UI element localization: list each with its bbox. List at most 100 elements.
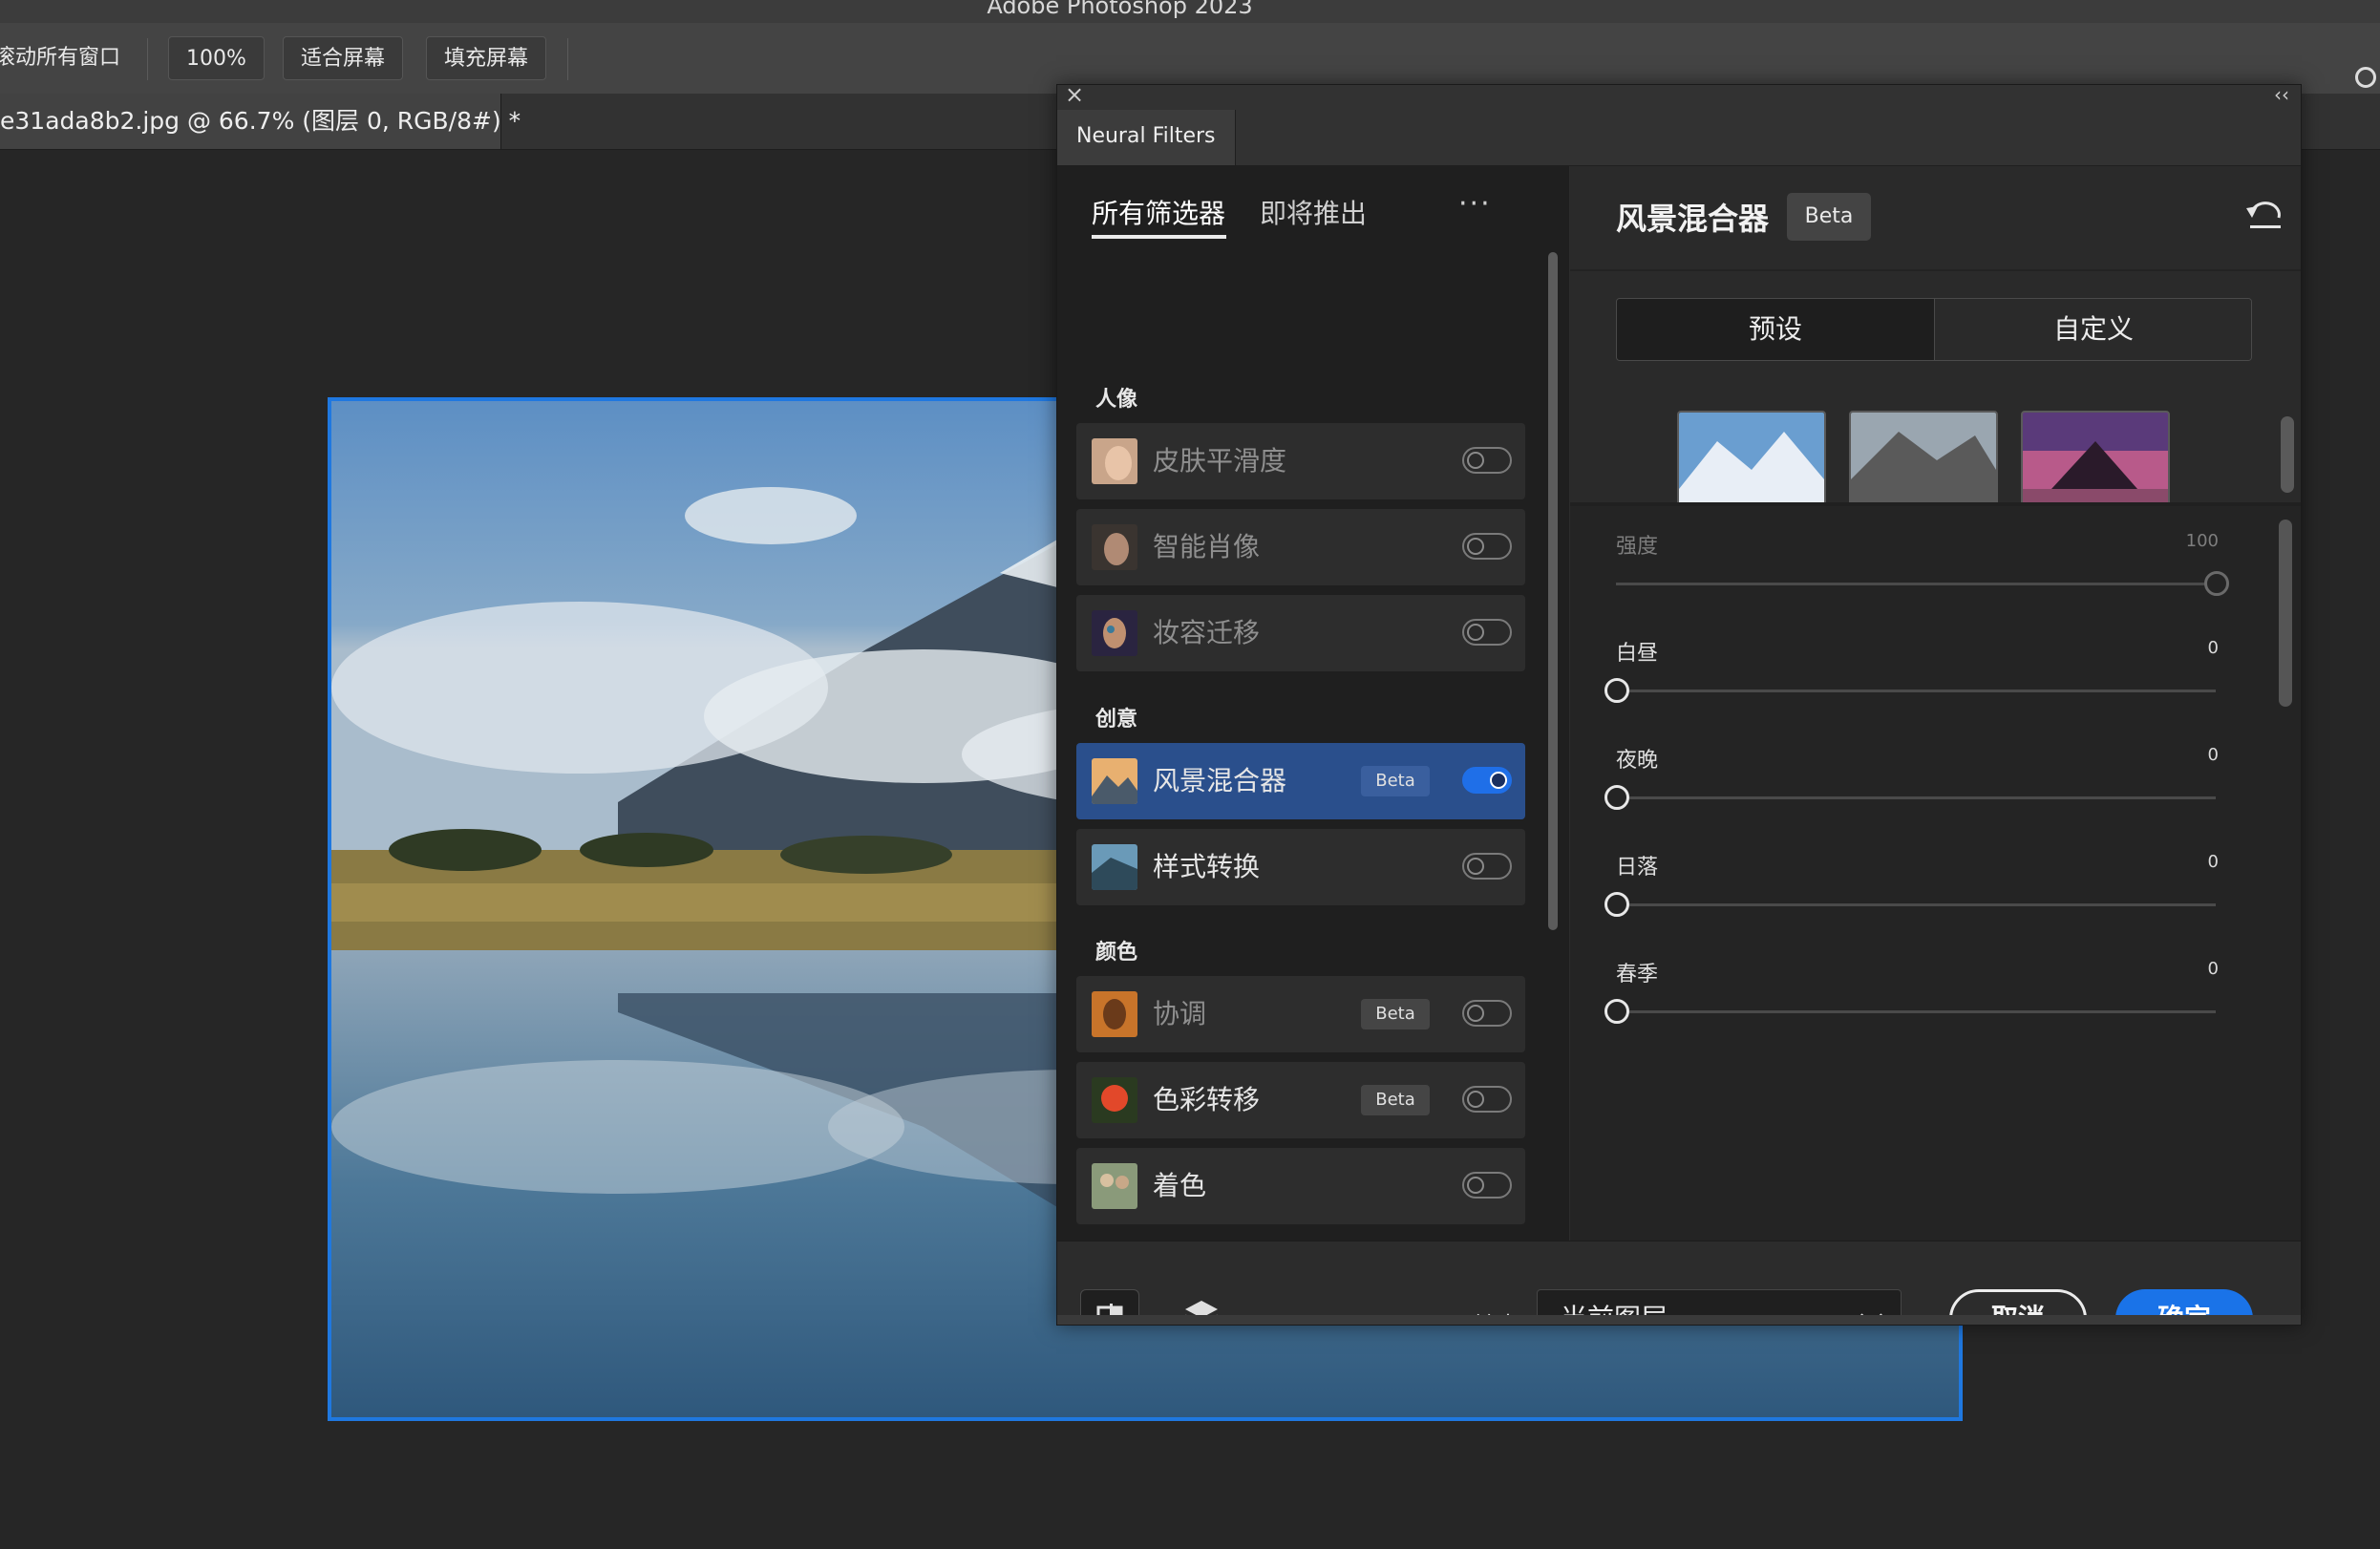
slider-track[interactable]: [1616, 1010, 2216, 1013]
slider-knob[interactable]: [1604, 999, 1629, 1024]
toggle-knob: [1490, 772, 1507, 789]
filter-toggle[interactable]: [1462, 447, 1512, 474]
filter-title: 风景混合器: [1616, 201, 1770, 237]
category-heading: 人像: [1095, 388, 1138, 412]
portrait-thumb-icon: [1092, 610, 1137, 656]
toggle-knob: [1467, 452, 1484, 469]
filter-row-smart-portrait[interactable]: 智能肖像: [1076, 509, 1525, 585]
filter-toggle[interactable]: [1462, 853, 1512, 880]
filter-row-color-transfer[interactable]: 色彩转移 Beta: [1076, 1062, 1525, 1138]
people-thumb-icon: [1092, 1163, 1137, 1209]
slider-knob[interactable]: [1604, 678, 1629, 703]
beta-badge: Beta: [1787, 193, 1871, 241]
slider-track[interactable]: [1616, 903, 2216, 906]
document-tab-label: e31ada8b2.jpg @ 66.7% (图层 0, RGB/8#) *: [0, 107, 521, 135]
filter-list-scrollbar[interactable]: [1544, 252, 1560, 1007]
preset-custom-segment: 预设 自定义: [1616, 298, 2252, 361]
filter-row-landscape-mixer[interactable]: 风景混合器 Beta: [1076, 743, 1525, 819]
panel-header: × ‹‹: [1057, 85, 2301, 110]
reset-icon[interactable]: [2244, 195, 2286, 233]
tab-upcoming[interactable]: 即将推出: [1260, 193, 1367, 231]
filter-name: 着色: [1153, 1170, 1207, 1201]
filter-list-pane: 所有筛选器 即将推出 ··· 人像 皮肤平滑度 智能肖像 妆容迁移 创意 风景混…: [1057, 166, 1569, 1241]
filter-name: 智能肖像: [1153, 531, 1261, 562]
close-icon[interactable]: ×: [1065, 85, 1084, 108]
slider-label: 白昼: [1616, 642, 1659, 666]
app-title: Adobe Photoshop 2023: [987, 0, 1253, 19]
sliders-area: 强度 100 白昼 0 夜晚 0 日落 0 春季 0: [1570, 506, 2301, 1241]
title-bar: Adobe Photoshop 2023: [0, 0, 2380, 23]
filter-toggle[interactable]: [1462, 767, 1512, 794]
divider: [147, 38, 148, 80]
slider-knob[interactable]: [2204, 571, 2229, 596]
filter-row-makeup-transfer[interactable]: 妆容迁移: [1076, 595, 1525, 671]
slider-label: 春季: [1616, 963, 1659, 987]
tab-neural-filters[interactable]: Neural Filters: [1057, 110, 1236, 165]
beta-badge: Beta: [1361, 766, 1430, 796]
slider-label: 日落: [1616, 856, 1659, 880]
neural-filters-panel: × ‹‹ Neural Filters 所有筛选器 即将推出 ··· 人像 皮肤…: [1056, 84, 2302, 1326]
harmonization-thumbnail: [1092, 991, 1137, 1037]
colorize-thumbnail: [1092, 1163, 1137, 1209]
filter-toggle[interactable]: [1462, 533, 1512, 560]
category-heading: 颜色: [1095, 941, 1138, 965]
panel-horizontal-scrollbar[interactable]: [1057, 1315, 2301, 1325]
filter-name: 样式转换: [1153, 851, 1261, 882]
preset-scrollbar[interactable]: [2281, 416, 2294, 493]
filter-name: 色彩转移: [1153, 1084, 1261, 1115]
slider-track[interactable]: [1616, 583, 2216, 585]
toggle-knob: [1467, 1005, 1484, 1022]
slider-knob[interactable]: [1604, 892, 1629, 917]
color-transfer-thumbnail: [1092, 1077, 1137, 1123]
filter-name: 妆容迁移: [1153, 617, 1261, 648]
filter-detail-pane: 风景混合器 Beta 预设 自定义 强度 100 白昼 0 夜晚 0 日落 0 …: [1570, 166, 2301, 1241]
filter-row-style-transfer[interactable]: 样式转换: [1076, 829, 1525, 905]
tab-preset[interactable]: 预设: [1617, 299, 1935, 360]
slider-value: 100: [2185, 531, 2219, 551]
undo-arrow-icon: [2246, 202, 2281, 228]
portrait-thumb-icon: [1092, 438, 1137, 484]
tab-all-filters[interactable]: 所有筛选器: [1092, 193, 1225, 231]
beta-badge: Beta: [1361, 1085, 1430, 1115]
filter-name: 协调: [1153, 998, 1207, 1029]
slider-value: 0: [2207, 959, 2219, 979]
slider-value: 0: [2207, 852, 2219, 872]
slider-label: 强度: [1616, 535, 1659, 559]
filter-toggle[interactable]: [1462, 619, 1512, 646]
flower-thumb-icon: [1092, 1077, 1137, 1123]
collapse-icon[interactable]: ‹‹: [2274, 85, 2289, 106]
makeup-transfer-thumbnail: [1092, 610, 1137, 656]
slider-track[interactable]: [1616, 690, 2216, 692]
sliders-scrollbar[interactable]: [2279, 520, 2292, 707]
slider-label: 夜晚: [1616, 749, 1659, 773]
portrait-thumb-icon: [1092, 524, 1137, 570]
filter-row-skin-smoothing[interactable]: 皮肤平滑度: [1076, 423, 1525, 499]
slider-value: 0: [2207, 638, 2219, 658]
style-transfer-thumbnail: [1092, 844, 1137, 890]
toggle-knob: [1467, 538, 1484, 555]
document-tab[interactable]: e31ada8b2.jpg @ 66.7% (图层 0, RGB/8#) *: [0, 94, 521, 149]
scroll-all-windows-checkbox[interactable]: 滚动所有窗口: [0, 36, 120, 80]
filter-toggle[interactable]: [1462, 1000, 1512, 1027]
slider-knob[interactable]: [1604, 785, 1629, 810]
filter-toggle[interactable]: [1462, 1172, 1512, 1199]
slider-value: 0: [2207, 745, 2219, 765]
search-icon[interactable]: [2355, 67, 2376, 88]
fill-screen-button[interactable]: 填充屏幕: [426, 36, 547, 80]
zoom-100-button[interactable]: 100%: [168, 36, 265, 80]
style-thumb-icon: [1092, 844, 1137, 890]
toggle-knob: [1467, 1177, 1484, 1194]
panel-footer: 输出 当前图层 取消 确定: [1057, 1241, 2301, 1325]
smart-portrait-thumbnail: [1092, 524, 1137, 570]
landscape-mixer-thumbnail: [1092, 758, 1137, 804]
slider-track[interactable]: [1616, 796, 2216, 799]
category-heading: 创意: [1095, 708, 1138, 732]
filter-row-colorize[interactable]: 着色: [1076, 1148, 1525, 1224]
toggle-knob: [1467, 624, 1484, 641]
fit-screen-button[interactable]: 适合屏幕: [283, 36, 404, 80]
filter-toggle[interactable]: [1462, 1086, 1512, 1113]
tab-custom[interactable]: 自定义: [1935, 299, 2251, 360]
more-options-icon[interactable]: ···: [1458, 187, 1492, 221]
scrollbar-thumb[interactable]: [1548, 252, 1558, 930]
filter-row-harmonization[interactable]: 协调 Beta: [1076, 976, 1525, 1052]
